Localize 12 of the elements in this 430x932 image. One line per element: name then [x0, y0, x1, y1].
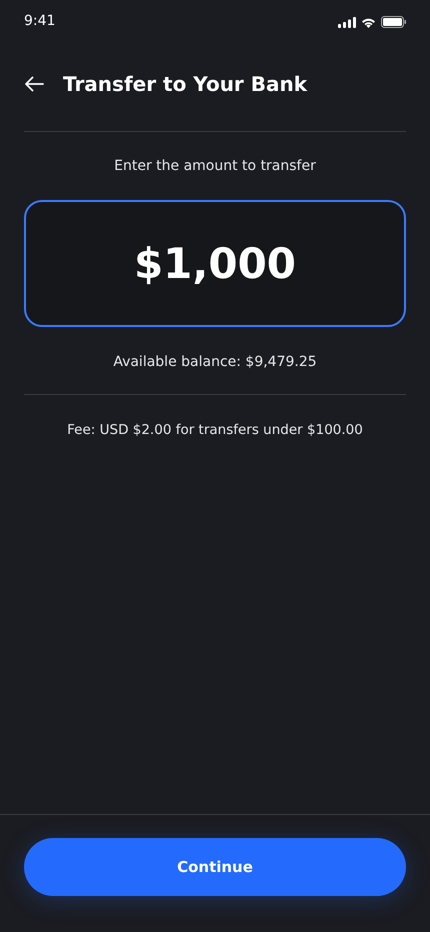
back-button[interactable]	[24, 76, 44, 92]
wifi-icon	[361, 16, 376, 28]
status-time: 9:41	[24, 13, 56, 29]
continue-button[interactable]: Continue	[24, 838, 406, 896]
amount-label: Enter the amount to transfer	[113, 158, 317, 174]
available-balance: Available balance: $9,479.25	[112, 354, 318, 370]
signal-icon	[338, 16, 356, 28]
amount-field[interactable]: $1,000	[24, 200, 406, 327]
back-arrow-icon	[24, 76, 44, 92]
page-title: Transfer to Your Bank	[63, 72, 308, 96]
battery-icon	[381, 16, 406, 28]
fee-note: Fee: USD $2.00 for transfers under $100.00	[66, 422, 364, 438]
